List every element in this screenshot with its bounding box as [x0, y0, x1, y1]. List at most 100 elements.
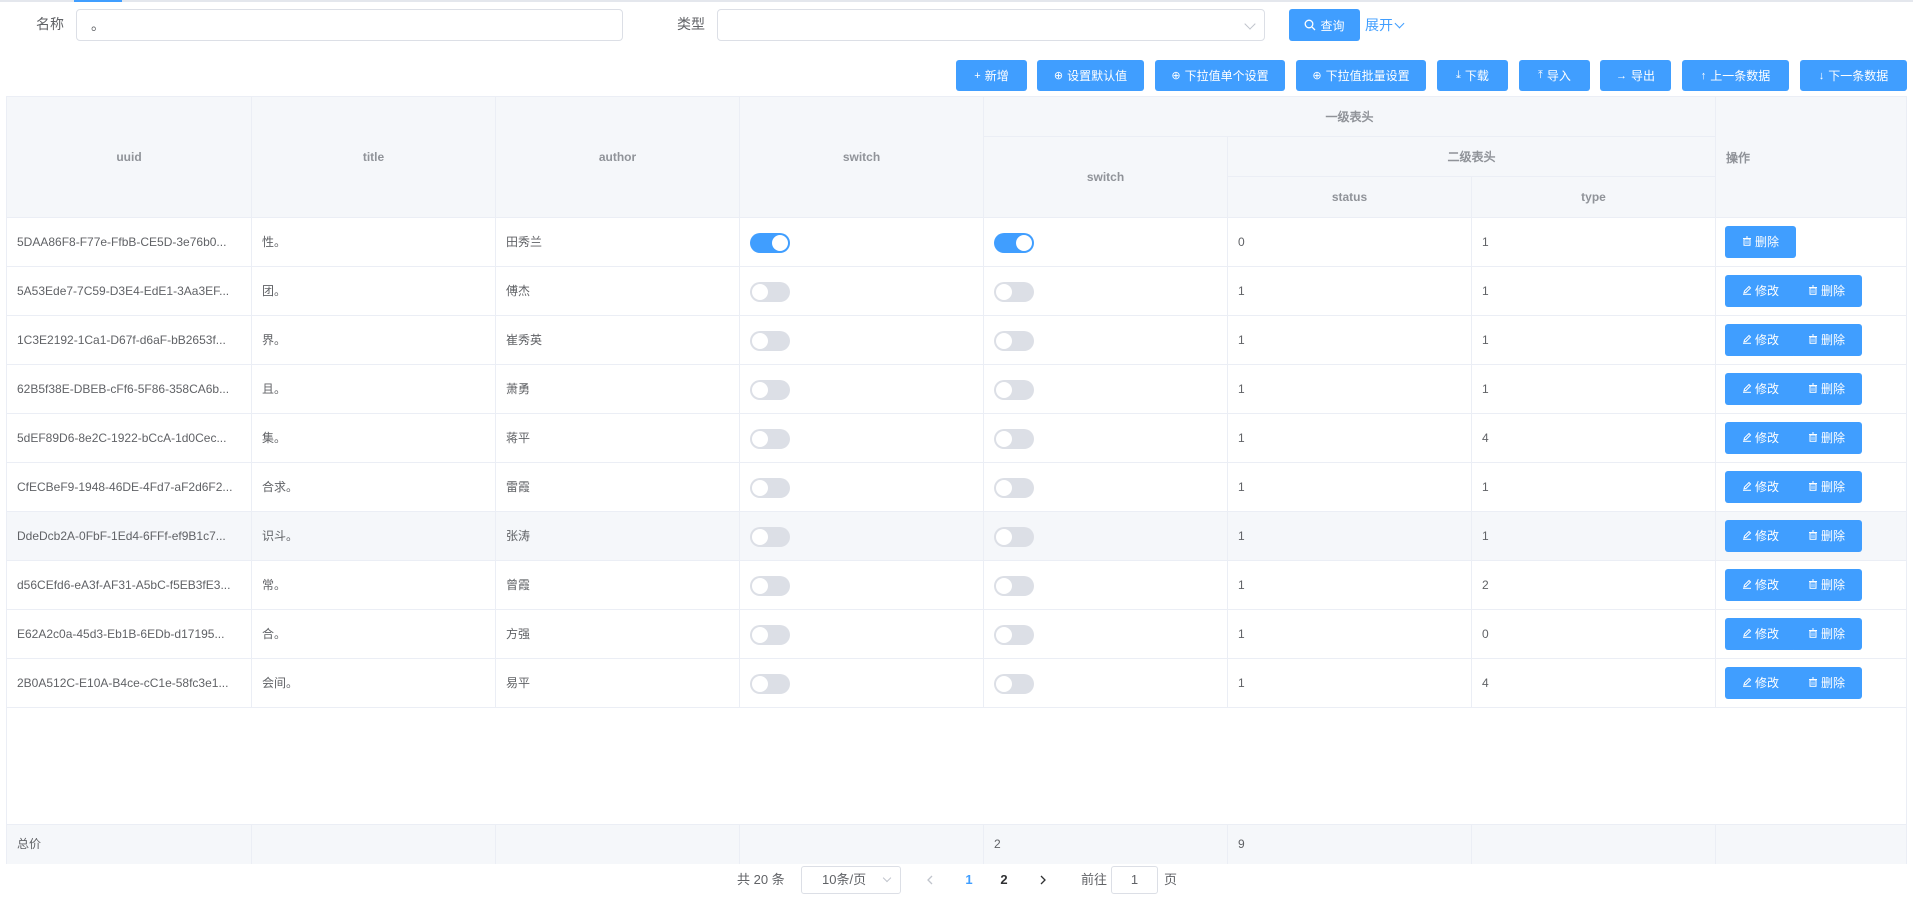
- table-row: 5A53Ede7-7C59-D3E4-EdE1-3Aa3EF... 团。 傅杰 1 1 修…: [7, 267, 1906, 316]
- edit-button-label: 修改: [1754, 382, 1779, 396]
- switch-toggle-2[interactable]: [994, 527, 1034, 547]
- switch2-cell: [984, 512, 1228, 560]
- delete-button[interactable]: 删除: [1791, 569, 1862, 601]
- switch-toggle[interactable]: [750, 331, 790, 351]
- delete-button[interactable]: 删除: [1791, 422, 1862, 454]
- delete-button-label: 删除: [1820, 382, 1845, 396]
- name-input[interactable]: 。: [76, 9, 623, 41]
- table-row: 5DAA86F8-F77e-FfbB-CE5D-3e76b0... 性。 田秀兰 0 1…: [7, 218, 1906, 267]
- switch-toggle-2[interactable]: [994, 233, 1034, 253]
- table-row: 2B0A512C-E10A-B4ce-cC1e-58fc3e1... 会间。 易平 1…: [7, 659, 1906, 708]
- type-cell: 1: [1472, 316, 1716, 364]
- header-switch-2[interactable]: switch: [984, 137, 1228, 218]
- prev-record-button[interactable]: ↑ 上一条数据: [1682, 60, 1789, 91]
- dropdown-single-set-button[interactable]: ⊕ 下拉值单个设置: [1155, 60, 1285, 91]
- uuid-cell: 5dEF89D6-8e2C-1922-bCcA-1d0Cec...: [7, 414, 252, 462]
- search-icon: [1305, 19, 1316, 31]
- set-default-button[interactable]: ⊕ 设置默认值: [1037, 60, 1144, 91]
- edit-button[interactable]: 修改: [1725, 667, 1796, 699]
- export-button[interactable]: → 导出: [1600, 60, 1671, 91]
- circle-setting-icon: ⊕: [1053, 70, 1064, 82]
- dropdown-batch-set-button[interactable]: ⊕ 下拉值批量设置: [1296, 60, 1426, 91]
- active-tab-indicator: [74, 0, 122, 2]
- switch-toggle-2[interactable]: [994, 625, 1034, 645]
- header-uuid[interactable]: uuid: [7, 97, 252, 218]
- delete-button[interactable]: 删除: [1791, 471, 1862, 503]
- switch-toggle-2[interactable]: [994, 331, 1034, 351]
- add-button[interactable]: + 新增: [956, 60, 1027, 91]
- switch-toggle[interactable]: [750, 282, 790, 302]
- switch-toggle[interactable]: [750, 478, 790, 498]
- switch2-cell: [984, 218, 1228, 266]
- switch-toggle-2[interactable]: [994, 282, 1034, 302]
- header-type[interactable]: type: [1472, 177, 1716, 218]
- edit-button[interactable]: 修改: [1725, 569, 1796, 601]
- edit-button[interactable]: 修改: [1725, 275, 1796, 307]
- switch-toggle-2[interactable]: [994, 576, 1034, 596]
- page-size-select[interactable]: 10条/页: [801, 866, 901, 894]
- switch-cell: [740, 463, 984, 511]
- switch-toggle[interactable]: [750, 625, 790, 645]
- query-button[interactable]: 查询: [1289, 9, 1360, 41]
- delete-button[interactable]: 删除: [1791, 324, 1862, 356]
- delete-button[interactable]: 删除: [1791, 667, 1862, 699]
- plus-icon: +: [974, 69, 981, 82]
- edit-button[interactable]: 修改: [1725, 618, 1796, 650]
- top-tab-bar: [0, 0, 1913, 2]
- type-cell: 2: [1472, 561, 1716, 609]
- type-select[interactable]: [717, 9, 1265, 41]
- expand-link[interactable]: 展开: [1365, 9, 1405, 41]
- switch-toggle[interactable]: [750, 233, 790, 253]
- switch-toggle[interactable]: [750, 527, 790, 547]
- delete-button[interactable]: 删除: [1791, 618, 1862, 650]
- next-page-button[interactable]: [1029, 866, 1057, 894]
- switch-cell: [740, 414, 984, 462]
- header-status[interactable]: status: [1228, 177, 1472, 218]
- edit-button[interactable]: 修改: [1725, 324, 1796, 356]
- import-button[interactable]: ⤒ 导入: [1519, 60, 1590, 91]
- toolbar: + 新增 ⊕ 设置默认值 ⊕ 下拉值单个设置 ⊕ 下拉值批量设置 ⤓ 下载 ⤒ 导入 → 导出…: [0, 60, 1913, 91]
- delete-button-label: 删除: [1820, 529, 1845, 543]
- switch-toggle-2[interactable]: [994, 478, 1034, 498]
- header-author[interactable]: author: [496, 97, 740, 218]
- delete-button[interactable]: 删除: [1791, 275, 1862, 307]
- summary-cell: [496, 825, 740, 864]
- operations-cell: 修改 删除: [1716, 610, 1906, 658]
- edit-button[interactable]: 修改: [1725, 471, 1796, 503]
- edit-button[interactable]: 修改: [1725, 422, 1796, 454]
- table-row: DdeDcb2A-0FbF-1Ed4-6FFf-ef9B1c7... 识斗。 张涛 1…: [7, 512, 1906, 561]
- switch-toggle-2[interactable]: [994, 429, 1034, 449]
- switch-toggle-2[interactable]: [994, 674, 1034, 694]
- switch-cell: [740, 512, 984, 560]
- uuid-cell: 62B5f38E-DBEB-cFf6-5F86-358CA6b...: [7, 365, 252, 413]
- prev-page-button[interactable]: [916, 866, 944, 894]
- delete-button[interactable]: 删除: [1725, 226, 1796, 258]
- switch-toggle[interactable]: [750, 380, 790, 400]
- edit-icon: [1742, 316, 1752, 364]
- next-record-button[interactable]: ↓ 下一条数据: [1800, 60, 1907, 91]
- switch-toggle[interactable]: [750, 429, 790, 449]
- switch-toggle-2[interactable]: [994, 380, 1034, 400]
- edit-button[interactable]: 修改: [1725, 520, 1796, 552]
- goto-page-input[interactable]: 1: [1111, 866, 1158, 894]
- download-button[interactable]: ⤓ 下载: [1437, 60, 1508, 91]
- edit-button[interactable]: 修改: [1725, 373, 1796, 405]
- status-cell: 1: [1228, 659, 1472, 707]
- switch-toggle[interactable]: [750, 674, 790, 694]
- switch2-cell: [984, 561, 1228, 609]
- page-suffix-label: 页: [1164, 872, 1178, 887]
- delete-button[interactable]: 删除: [1791, 373, 1862, 405]
- switch-toggle[interactable]: [750, 576, 790, 596]
- type-cell: 1: [1472, 267, 1716, 315]
- uuid-cell: 2B0A512C-E10A-B4ce-cC1e-58fc3e1...: [7, 659, 252, 707]
- page-number-2[interactable]: 2: [990, 866, 1018, 894]
- header-title[interactable]: title: [252, 97, 496, 218]
- page-number-1[interactable]: 1: [955, 866, 983, 894]
- delete-button-label: 删除: [1820, 333, 1845, 347]
- delete-button[interactable]: 删除: [1791, 520, 1862, 552]
- summary-cell: [252, 825, 496, 864]
- title-cell: 且。: [252, 365, 496, 413]
- switch2-cell: [984, 463, 1228, 511]
- header-switch[interactable]: switch: [740, 97, 984, 218]
- export-button-label: 导出: [1630, 69, 1655, 83]
